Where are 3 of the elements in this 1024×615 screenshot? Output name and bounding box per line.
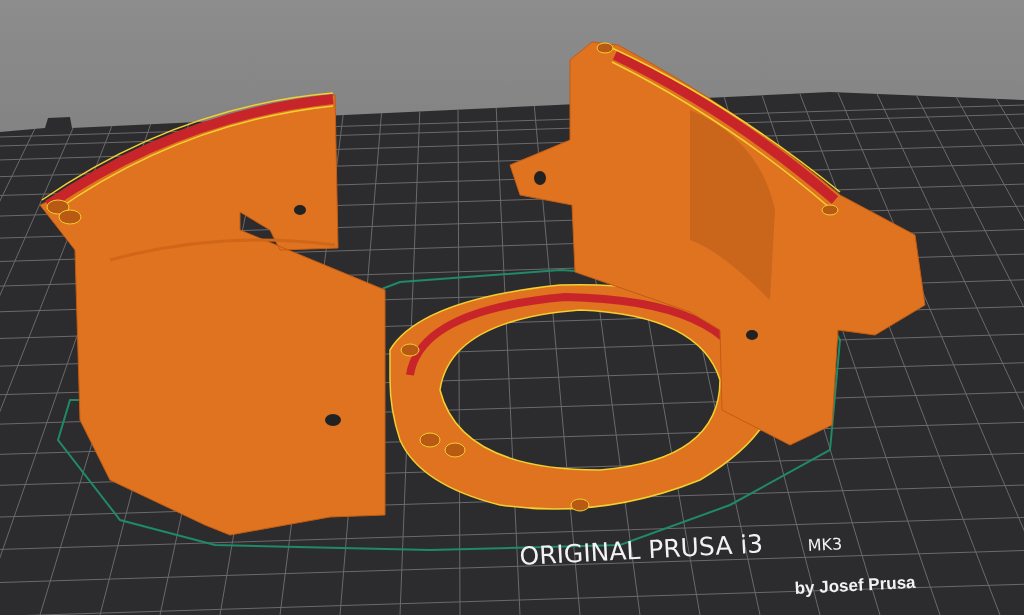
bed-logo-title: ORIGINAL PRUSA i3 bbox=[518, 529, 764, 571]
bed-logo-byline: by Josef Prusa bbox=[794, 572, 916, 598]
bed-logo-model: MK3 bbox=[807, 534, 843, 555]
